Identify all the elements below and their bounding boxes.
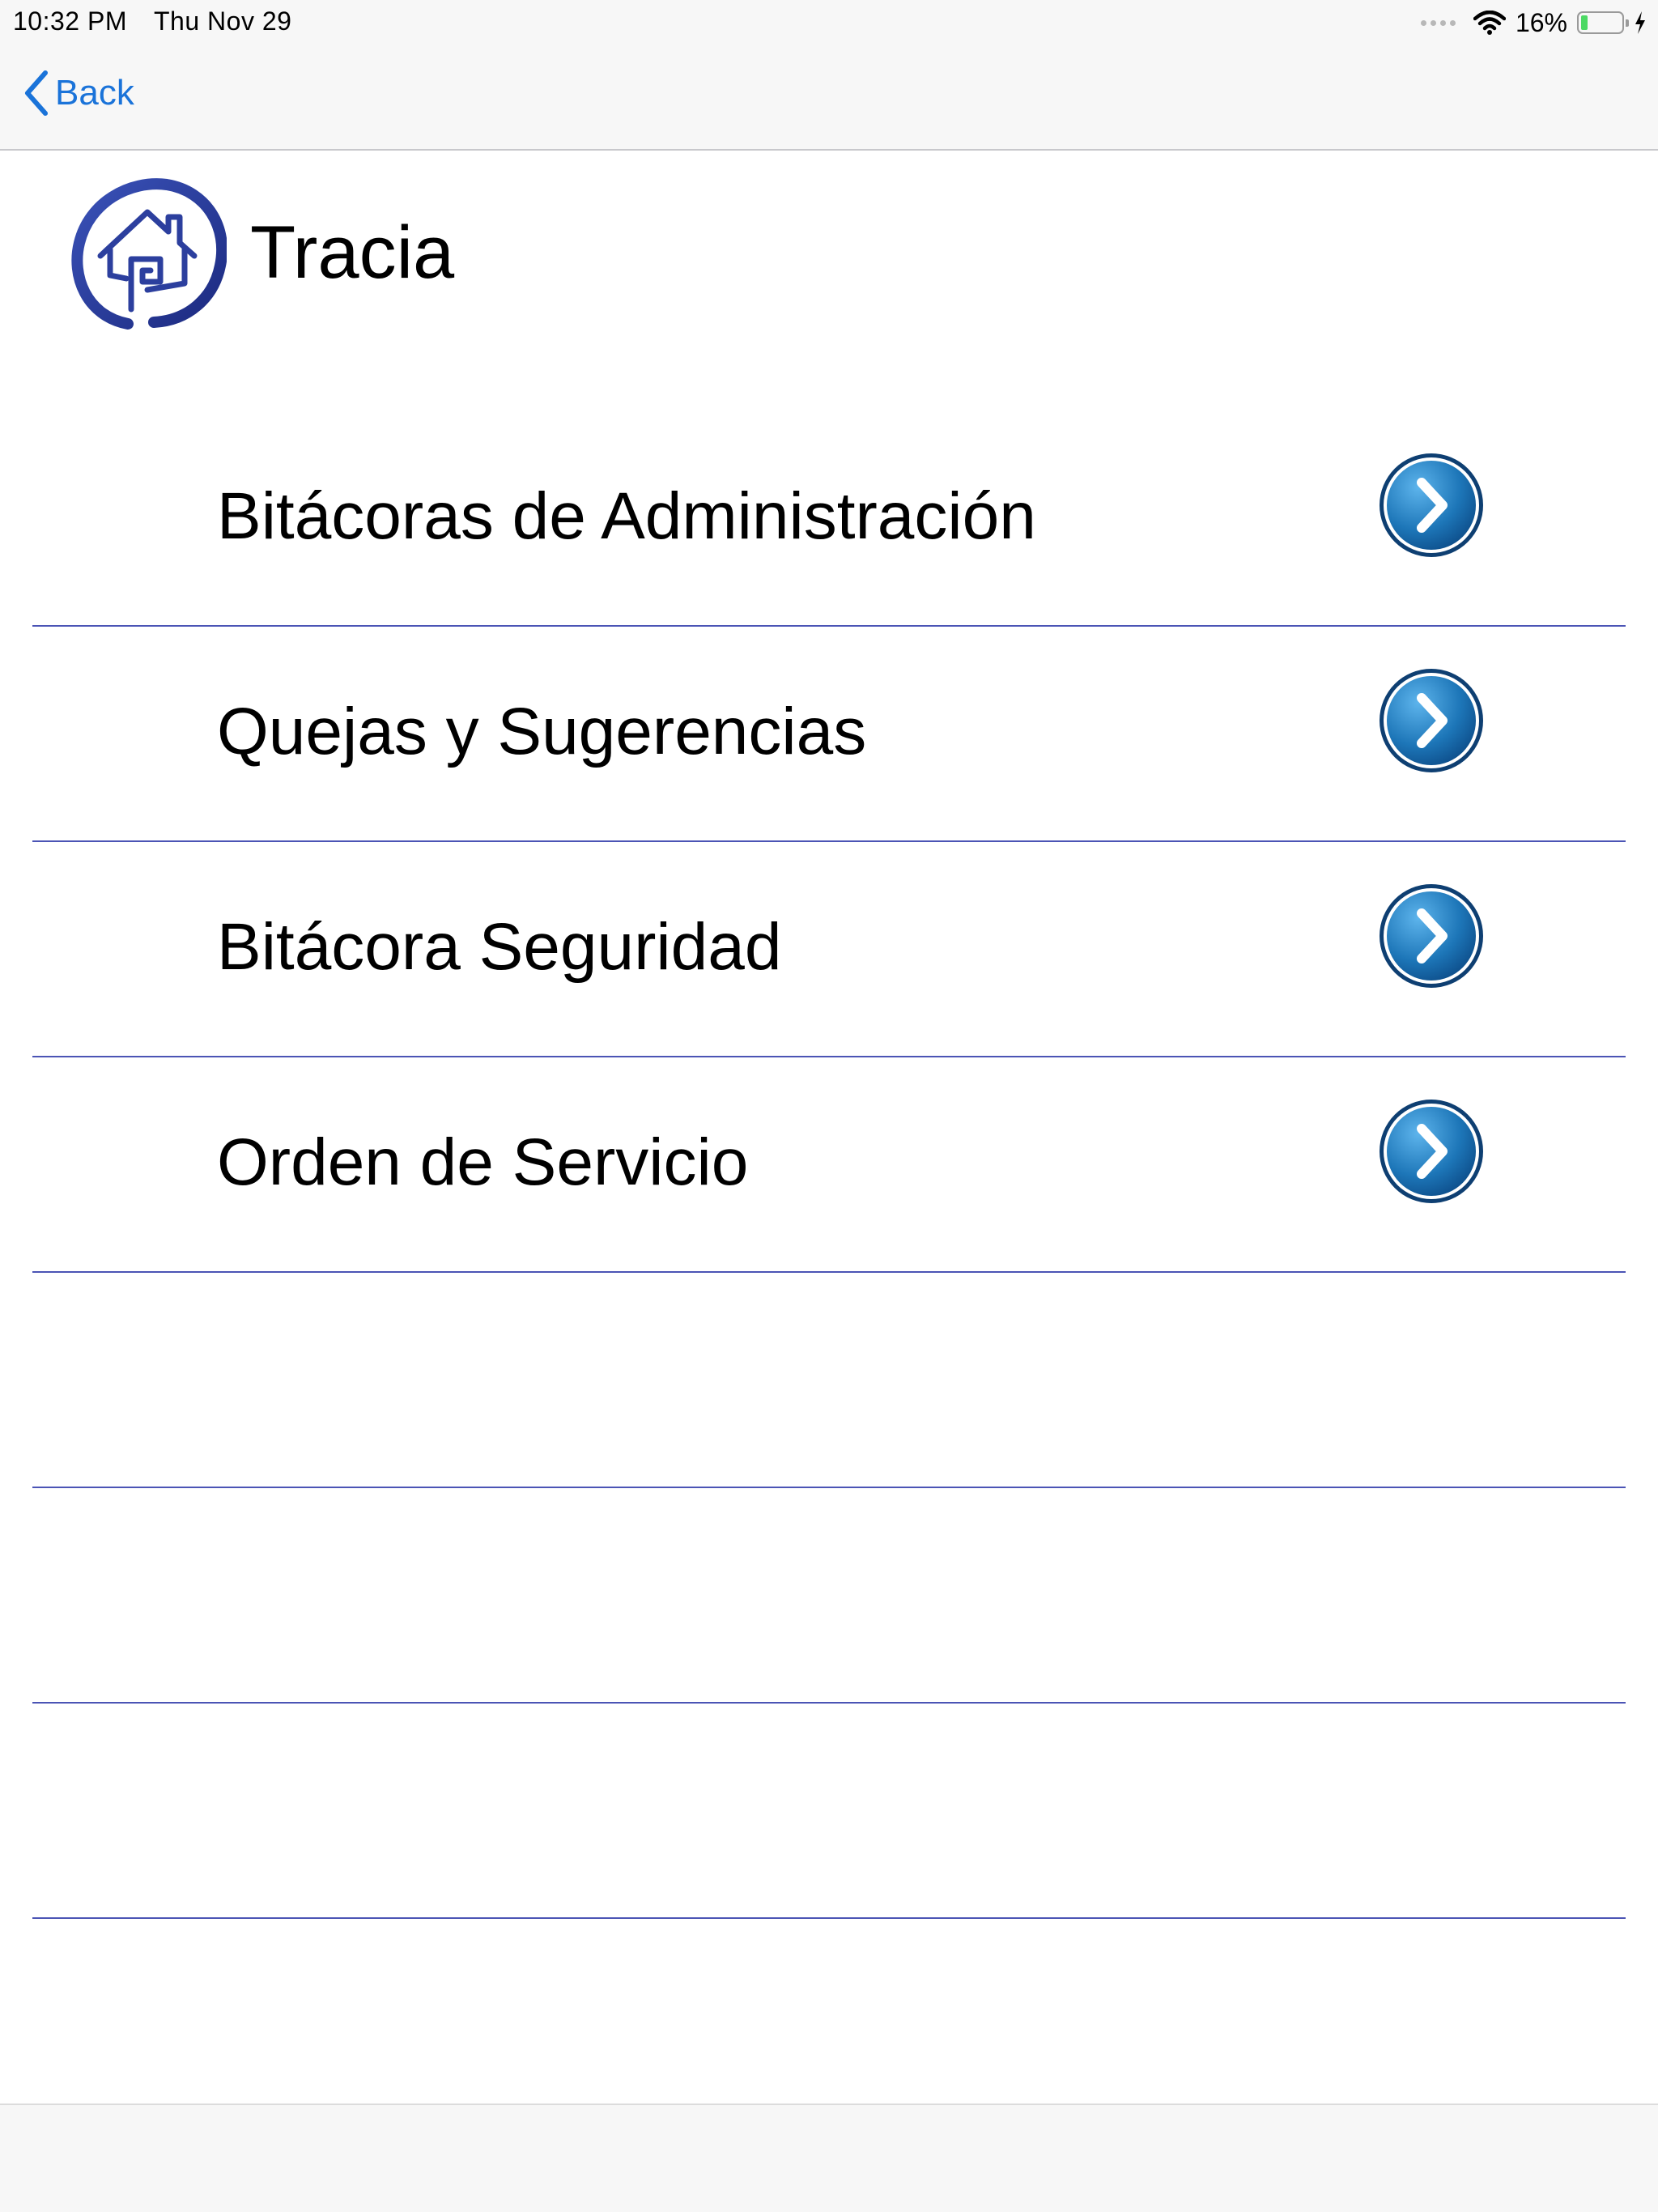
status-indicators: 16% (1420, 5, 1647, 40)
menu-item-bitacora-seguridad[interactable]: Bitácora Seguridad (32, 842, 1626, 1057)
wifi-icon (1473, 11, 1506, 35)
menu-item-label: Bitácora Seguridad (217, 910, 782, 984)
navigation-bar: Back (0, 45, 1658, 151)
chevron-right-circle-icon[interactable] (1376, 450, 1486, 560)
back-button[interactable]: Back (23, 70, 134, 117)
bottom-toolbar (0, 2104, 1658, 2212)
menu-item-orden-servicio[interactable]: Orden de Servicio (32, 1057, 1626, 1273)
empty-row (32, 1488, 1626, 1704)
menu-item-label: Orden de Servicio (217, 1125, 749, 1199)
menu-item-label: Quejas y Sugerencias (217, 695, 867, 768)
menu-item-label: Bitácoras de Administración (217, 479, 1036, 553)
battery-level-fill (1581, 15, 1588, 30)
menu-item-bitacoras-administracion[interactable]: Bitácoras de Administración (32, 411, 1626, 627)
cellular-signal-icon (1420, 19, 1456, 26)
back-label: Back (55, 73, 134, 113)
battery-icon (1577, 11, 1629, 34)
empty-row (32, 1273, 1626, 1488)
charging-bolt-icon (1635, 11, 1645, 34)
page-title: Tracia (250, 211, 455, 294)
status-time: 10:32 PM (13, 6, 127, 36)
chevron-right-circle-icon[interactable] (1376, 666, 1486, 776)
app-screen: 10:32 PM Thu Nov 29 16% Back Tracia Bitá… (0, 0, 1658, 2212)
status-bar: 10:32 PM Thu Nov 29 16% (0, 0, 1658, 45)
status-date: Thu Nov 29 (154, 6, 292, 36)
chevron-right-circle-icon[interactable] (1376, 881, 1486, 991)
chevron-right-circle-icon[interactable] (1376, 1096, 1486, 1206)
battery-percent: 16% (1515, 7, 1567, 37)
empty-row (32, 1704, 1626, 1919)
house-logo-icon (71, 178, 227, 330)
menu-item-quejas-sugerencias[interactable]: Quejas y Sugerencias (32, 627, 1626, 842)
chevron-left-icon (25, 70, 48, 116)
